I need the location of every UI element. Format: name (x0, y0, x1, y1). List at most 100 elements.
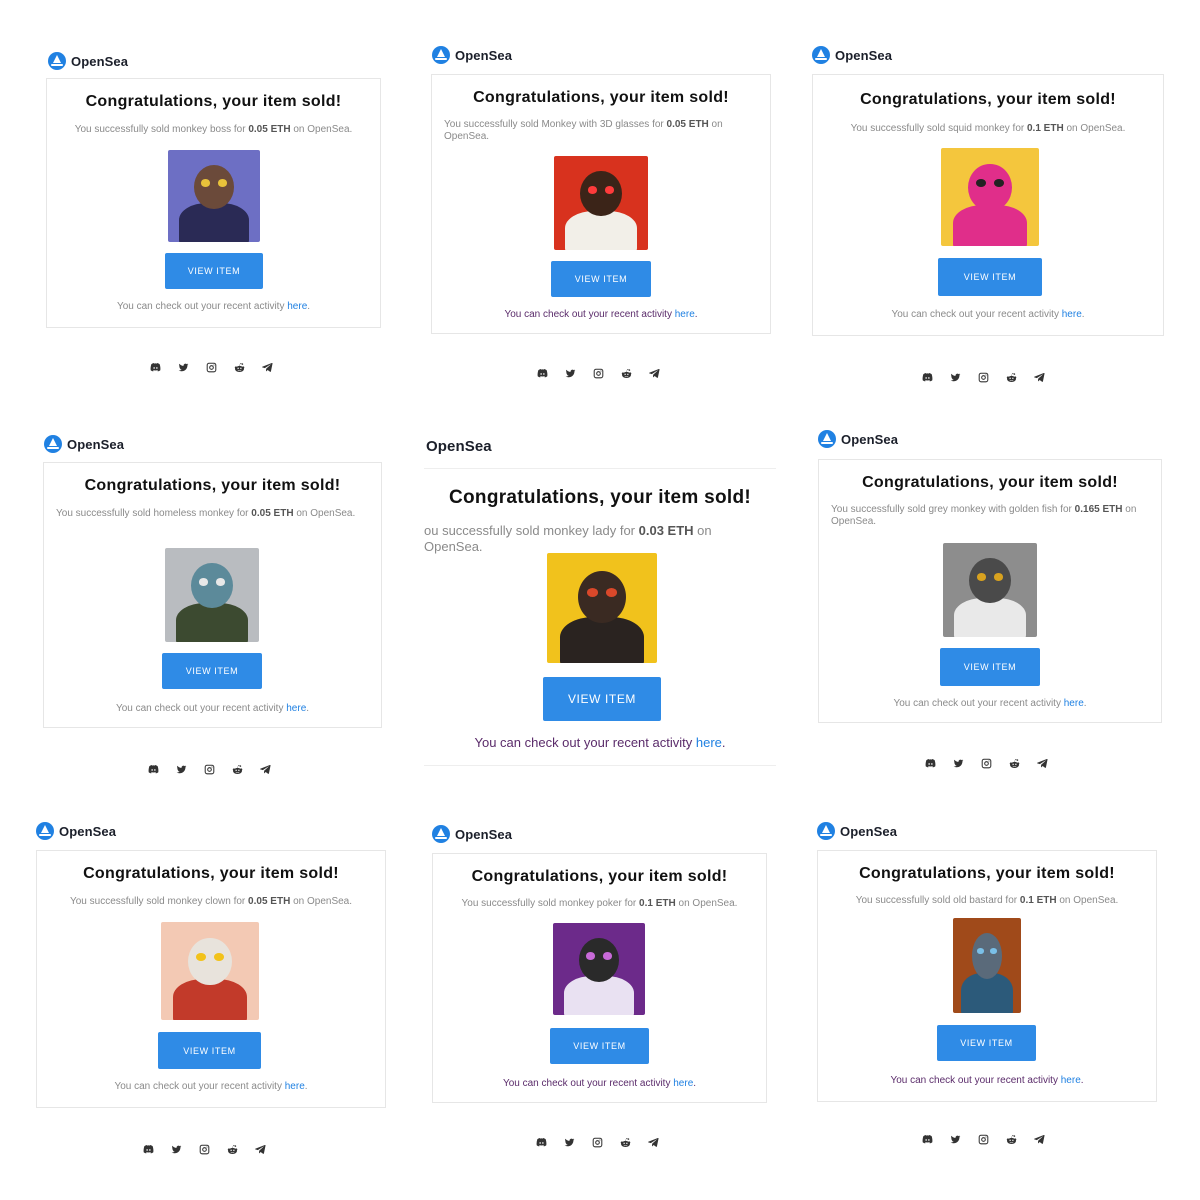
opensea-brand[interactable]: OpenSea (426, 438, 492, 455)
twitter-icon[interactable] (174, 762, 188, 776)
reddit-icon[interactable] (619, 366, 633, 380)
nft-image[interactable] (161, 922, 259, 1020)
desc-for: for (234, 508, 252, 519)
instagram-icon[interactable] (979, 756, 993, 770)
view-item-button[interactable]: VIEW ITEM (165, 253, 263, 289)
desc-for: for (231, 124, 249, 135)
twitter-icon[interactable] (169, 1142, 183, 1156)
nft-eye (977, 948, 985, 954)
opensea-brand[interactable]: OpenSea (48, 52, 128, 70)
recent-activity-text: You can check out your recent activity h… (891, 309, 1085, 320)
opensea-brand[interactable]: OpenSea (818, 430, 898, 448)
nft-image[interactable] (554, 156, 648, 250)
desc-prefix: You successfully sold (831, 504, 929, 515)
telegram-icon[interactable] (1032, 370, 1046, 384)
view-item-button[interactable]: VIEW ITEM (158, 1032, 261, 1069)
twitter-icon[interactable] (562, 1135, 576, 1149)
view-item-button[interactable]: VIEW ITEM (550, 1028, 649, 1064)
nft-image[interactable] (941, 148, 1039, 246)
telegram-icon[interactable] (258, 762, 272, 776)
telegram-icon[interactable] (253, 1142, 267, 1156)
opensea-brand[interactable]: OpenSea (432, 46, 512, 64)
opensea-logo-icon (432, 46, 450, 64)
footer-text: You can check out your recent activity (116, 301, 288, 312)
recent-activity-link[interactable]: here (1062, 309, 1082, 320)
discord-icon[interactable] (923, 756, 937, 770)
recent-activity-link[interactable]: here (286, 703, 306, 714)
reddit-icon[interactable] (1004, 1132, 1018, 1146)
opensea-brand[interactable]: OpenSea (812, 46, 892, 64)
nft-image[interactable] (165, 548, 259, 642)
nft-image[interactable] (943, 543, 1037, 637)
brand-name: OpenSea (840, 823, 898, 839)
reddit-icon[interactable] (232, 360, 246, 374)
discord-icon[interactable] (146, 762, 160, 776)
desc-for: for (1057, 504, 1075, 515)
brand-name: OpenSea (455, 47, 513, 63)
opensea-brand[interactable]: OpenSea (36, 822, 116, 840)
discord-icon[interactable] (920, 370, 934, 384)
reddit-icon[interactable] (618, 1135, 632, 1149)
view-item-button[interactable]: VIEW ITEM (938, 258, 1042, 296)
nft-eye (587, 186, 598, 194)
nft-image[interactable] (168, 150, 260, 242)
sale-price: 0.05 ETH (666, 119, 709, 130)
recent-activity-link[interactable]: here (1064, 698, 1084, 709)
opensea-brand[interactable]: OpenSea (432, 825, 512, 843)
opensea-brand[interactable]: OpenSea (44, 435, 124, 453)
recent-activity-link[interactable]: here (673, 1078, 693, 1089)
twitter-icon[interactable] (951, 756, 965, 770)
telegram-icon[interactable] (1032, 1132, 1046, 1146)
twitter-icon[interactable] (948, 370, 962, 384)
telegram-icon[interactable] (647, 366, 661, 380)
instagram-icon[interactable] (590, 1135, 604, 1149)
telegram-icon[interactable] (1035, 756, 1049, 770)
reddit-icon[interactable] (1004, 370, 1018, 384)
opensea-logo-icon (812, 46, 830, 64)
nft-image[interactable] (953, 918, 1021, 1013)
desc-for: for (230, 896, 249, 907)
instagram-icon[interactable] (976, 1132, 990, 1146)
twitter-icon[interactable] (948, 1132, 962, 1146)
recent-activity-text: You can check out your recent activity h… (474, 735, 726, 750)
twitter-icon[interactable] (563, 366, 577, 380)
recent-activity-link[interactable]: here (696, 735, 722, 750)
view-item-button[interactable]: VIEW ITEM (937, 1025, 1036, 1061)
telegram-icon[interactable] (260, 360, 274, 374)
recent-activity-link[interactable]: here (285, 1081, 305, 1092)
recent-activity-link[interactable]: here (675, 309, 695, 320)
discord-icon[interactable] (148, 360, 162, 374)
discord-icon[interactable] (141, 1142, 155, 1156)
reddit-icon[interactable] (225, 1142, 239, 1156)
view-item-button[interactable]: VIEW ITEM (551, 261, 651, 297)
instagram-icon[interactable] (197, 1142, 211, 1156)
footer-text: You can check out your recent activity (890, 1075, 1061, 1086)
view-item-button[interactable]: VIEW ITEM (162, 653, 262, 689)
nft-body (952, 204, 1028, 246)
instagram-icon[interactable] (204, 360, 218, 374)
reddit-icon[interactable] (230, 762, 244, 776)
recent-activity-link[interactable]: here (287, 301, 307, 312)
nft-image[interactable] (547, 553, 657, 663)
footer-text: You can check out your recent activity (504, 309, 675, 320)
opensea-brand[interactable]: OpenSea (817, 822, 897, 840)
view-item-button[interactable]: VIEW ITEM (543, 677, 661, 721)
discord-icon[interactable] (920, 1132, 934, 1146)
nft-image[interactable] (553, 923, 645, 1015)
telegram-icon[interactable] (646, 1135, 660, 1149)
view-item-button[interactable]: VIEW ITEM (940, 648, 1040, 686)
item-name: squid monkey (948, 123, 1010, 134)
nft-head (972, 933, 1002, 979)
social-links (923, 756, 1049, 770)
desc-suffix: on OpenSea. (290, 896, 353, 907)
instagram-icon[interactable] (202, 762, 216, 776)
twitter-icon[interactable] (176, 360, 190, 374)
footer-text: You can check out your recent activity (893, 698, 1064, 709)
recent-activity-link[interactable]: here (1061, 1075, 1081, 1086)
discord-icon[interactable] (535, 366, 549, 380)
sale-price: 0.1 ETH (1019, 895, 1057, 906)
discord-icon[interactable] (534, 1135, 548, 1149)
reddit-icon[interactable] (1007, 756, 1021, 770)
instagram-icon[interactable] (591, 366, 605, 380)
instagram-icon[interactable] (976, 370, 990, 384)
